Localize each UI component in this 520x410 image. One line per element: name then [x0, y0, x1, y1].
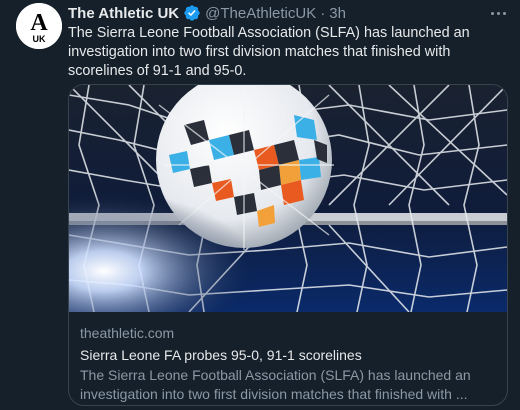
verified-badge-icon: [184, 5, 200, 21]
card-title[interactable]: Sierra Leone FA probes 95-0, 91-1 scorel…: [80, 345, 497, 365]
tweet-header: The Athletic UK @TheAthleticUK · 3h: [68, 3, 506, 23]
football-in-net-photo-icon[interactable]: [69, 85, 507, 312]
tweet[interactable]: A UK The Athletic UK @TheAthleticUK · 3h…: [0, 0, 520, 410]
avatar-letter: A: [30, 10, 48, 36]
timestamp[interactable]: 3h: [329, 5, 346, 22]
author-handle[interactable]: @TheAthleticUK: [205, 5, 316, 22]
avatar[interactable]: A UK: [16, 3, 62, 49]
more-options-icon[interactable]: [491, 4, 506, 22]
separator-dot: ·: [320, 4, 326, 22]
author-name[interactable]: The Athletic UK: [68, 5, 179, 22]
card-domain: theathletic.com: [80, 325, 175, 341]
card-description-line: investigation into two first division ma…: [80, 386, 468, 402]
card-description-line: The Sierra Leone Football Association (S…: [80, 367, 471, 383]
link-card[interactable]: theathletic.com Sierra Leone FA probes 9…: [68, 84, 508, 406]
avatar-subtext: UK: [33, 34, 46, 44]
the-athletic-logo-icon: A UK: [16, 3, 62, 49]
card-meta[interactable]: theathletic.com Sierra Leone FA probes 9…: [80, 323, 497, 404]
tweet-text: The Sierra Leone Football Association (S…: [68, 25, 470, 79]
card-description: The Sierra Leone Football Association (S…: [80, 366, 497, 404]
